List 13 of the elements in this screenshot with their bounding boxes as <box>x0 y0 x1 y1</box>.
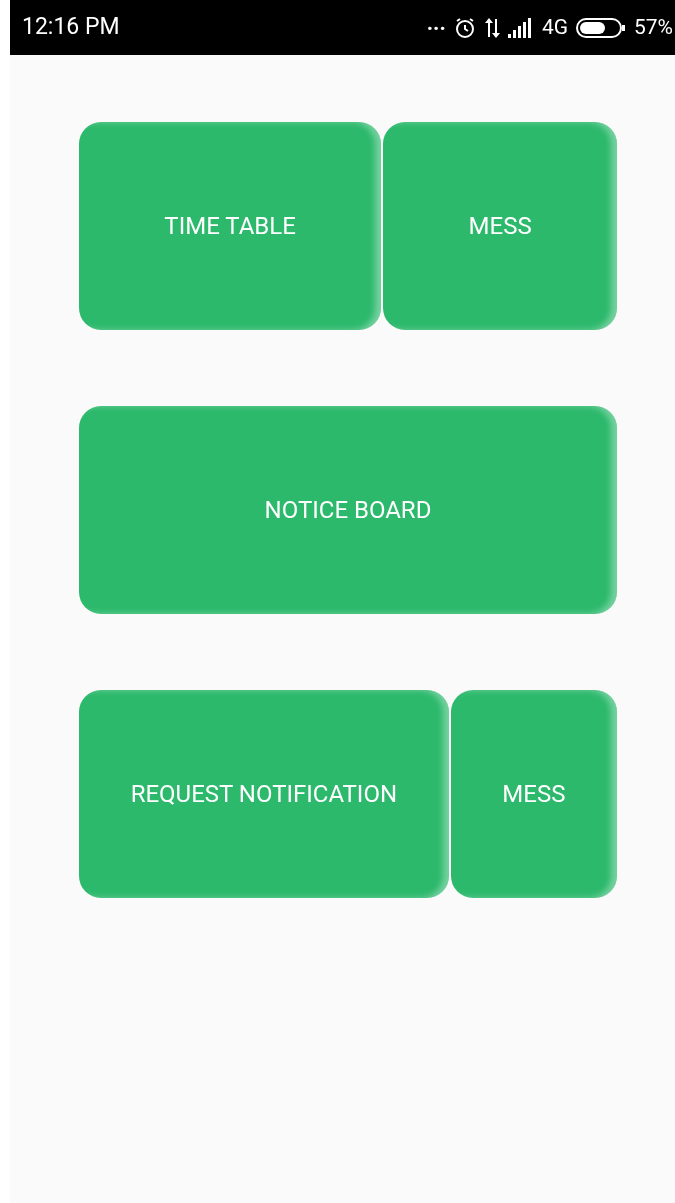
network-type: 4G <box>541 13 568 41</box>
battery-percentage: 57% <box>634 13 673 41</box>
status-time: 12:16 PM <box>22 12 120 43</box>
data-transfer-icon <box>483 16 500 39</box>
menu-button[interactable]: TIME TABLE <box>79 122 382 330</box>
battery-icon <box>576 16 626 39</box>
menu-button[interactable]: MESS <box>450 690 617 898</box>
more-indicator: ... <box>426 11 446 34</box>
signal-icon <box>507 17 534 38</box>
menu-button[interactable]: MESS <box>383 122 617 330</box>
alarm-icon <box>453 16 476 39</box>
menu-button[interactable]: REQUEST NOTIFICATION <box>79 690 449 898</box>
menu-button[interactable]: NOTICE BOARD <box>79 406 617 614</box>
